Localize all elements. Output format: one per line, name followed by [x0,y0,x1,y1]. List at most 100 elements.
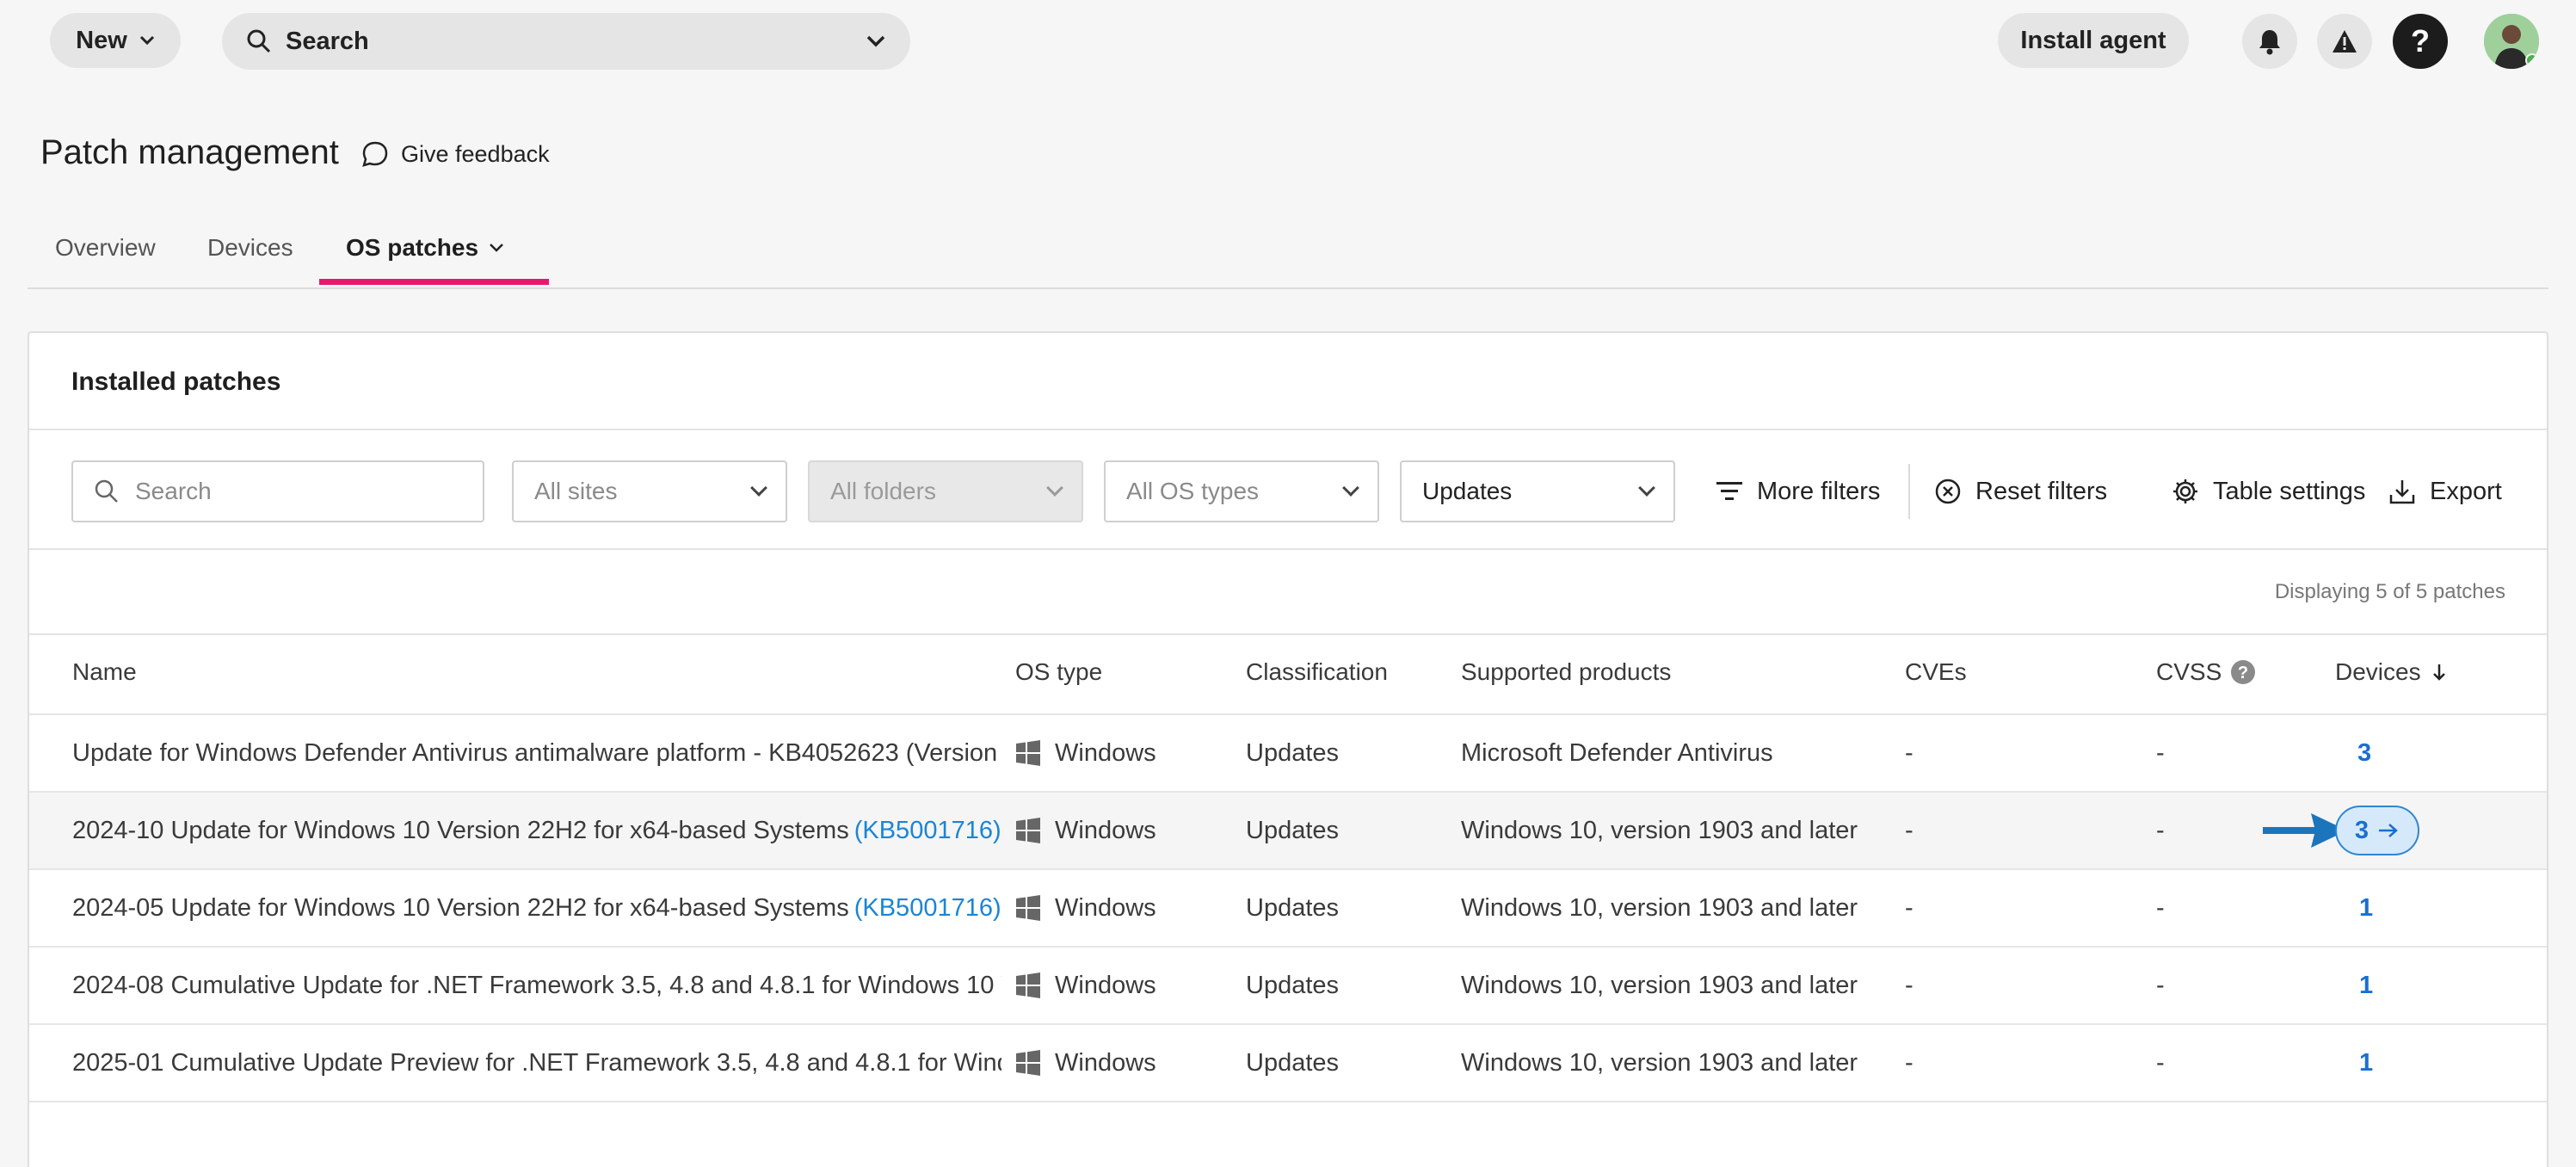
table-row[interactable]: 2024-05 Update for Windows 10 Version 22… [29,870,2547,948]
help-circle-icon[interactable]: ? [2230,659,2256,685]
folders-select: All folders [808,460,1083,522]
tab-overview[interactable]: Overview [55,234,156,289]
warning-icon [2333,30,2357,52]
kb-link[interactable]: (KB5001716) [854,894,1001,923]
avatar[interactable] [2484,14,2539,69]
patch-name: 2024-08 Cumulative Update for .NET Frame… [72,948,1001,1023]
global-search-label: Search [286,27,369,55]
chat-bubble-icon [362,141,388,167]
devices-count-link[interactable]: 1 [2359,972,2373,1000]
windows-icon [1016,1050,1040,1076]
sites-select-value: All sites [534,478,618,504]
cvss-cell: - [2156,1048,2165,1077]
help-button[interactable]: ? [2393,14,2448,69]
bell-icon [2259,30,2280,55]
reset-filters-label: Reset filters [1975,477,2108,505]
devices-count-text: 3 [2354,816,2370,844]
folders-select-value: All folders [830,478,936,504]
table-settings-button[interactable]: Table settings [2172,460,2365,522]
column-header-supported-products[interactable]: Supported products [1461,658,1671,686]
give-feedback-label: Give feedback [401,140,550,167]
reset-filters-button[interactable]: Reset filters [1934,460,2107,522]
os-type-text: Windows [1055,1048,1156,1077]
cves-cell: - [1905,738,1914,767]
table-row[interactable]: Update for Windows Defender Antivirus an… [29,715,2547,793]
chevron-down-icon [750,479,767,497]
give-feedback-link[interactable]: Give feedback [361,140,550,168]
active-tab-indicator [319,279,549,285]
alerts-button[interactable] [2317,14,2372,69]
column-header-cves[interactable]: CVEs [1905,658,1967,686]
windows-icon [1016,740,1040,766]
chevron-down-icon[interactable] [866,34,886,48]
column-header-devices[interactable]: Devices [2335,658,2447,686]
tab-bar: Overview Devices OS patches [28,225,2548,289]
more-filters-button[interactable]: More filters [1716,460,1880,522]
notifications-button[interactable] [2242,14,2297,69]
os-types-select[interactable]: All OS types [1104,460,1379,522]
online-status-dot [2525,53,2539,67]
divider [29,633,2547,635]
search-icon [95,479,118,503]
kb-link[interactable]: (KB5001716) [854,817,1001,845]
svg-text:?: ? [2238,664,2248,682]
install-agent-button[interactable]: Install agent [1998,13,2189,68]
os-types-select-value: All OS types [1126,478,1260,504]
more-filters-label: More filters [1757,477,1881,505]
os-type-cell: Windows [1015,948,1156,1023]
divider [29,429,2547,430]
os-type-cell: Windows [1015,1025,1156,1101]
tab-devices[interactable]: Devices [207,234,293,289]
column-header-name[interactable]: Name [72,658,137,686]
cves-cell: - [1905,816,1914,844]
sites-select[interactable]: All sites [512,460,787,522]
clear-circle-icon [1935,479,1961,504]
gear-icon [2173,479,2197,503]
patch-name: Update for Windows Defender Antivirus an… [72,715,1001,791]
devices-count-link[interactable]: 1 [2359,1049,2373,1077]
devices-cell: 1 [2359,1025,2373,1101]
os-type-text: Windows [1055,893,1156,922]
toolbar-separator [1908,464,1910,519]
os-type-text: Windows [1055,738,1156,767]
supported-products-cell: Microsoft Defender Antivirus [1461,738,1773,767]
cvss-cell: - [2156,893,2165,922]
classification-cell: Updates [1246,816,1340,844]
table-settings-label: Table settings [2213,477,2366,505]
column-header-os-type[interactable]: OS type [1015,658,1102,686]
cvss-cell: - [2156,971,2165,999]
installed-patches-card: Installed patches Search All sites All f… [28,331,2548,1167]
column-header-cvss[interactable]: CVSS ? [2156,658,2256,686]
new-button[interactable]: New [50,13,181,68]
table-row[interactable]: 2024-10 Update for Windows 10 Version 22… [29,793,2547,870]
devices-cell: 3 [2357,715,2371,791]
devices-cell: 1 [2359,870,2373,946]
table-row[interactable]: 2024-08 Cumulative Update for .NET Frame… [29,948,2547,1025]
table-search-input[interactable]: Search [71,460,484,522]
export-button[interactable]: Export [2388,460,2502,522]
table-row[interactable]: 2025-01 Cumulative Update Preview for .N… [29,1025,2547,1102]
display-count: Displaying 5 of 5 patches [2274,580,2505,603]
global-search[interactable]: Search [222,13,910,70]
devices-count-button[interactable]: 3 [2335,806,2419,855]
top-bar: New Search Install agent ? [0,0,2576,83]
patch-name-text: 2024-05 Update for Windows 10 Version 22… [72,893,849,922]
os-type-cell: Windows [1015,793,1156,868]
help-icon: ? [2411,23,2430,59]
os-type-cell: Windows [1015,870,1156,946]
cvss-cell: - [2156,738,2165,767]
table-search-placeholder: Search [135,478,212,504]
devices-count-link[interactable]: 3 [2357,739,2371,768]
cves-cell: - [1905,971,1914,999]
devices-count-link[interactable]: 1 [2359,894,2373,923]
export-label: Export [2430,477,2502,505]
card-title: Installed patches [71,367,281,396]
patch-name-text: 2024-08 Cumulative Update for .NET Frame… [72,971,1001,999]
devices-cell: 1 [2359,948,2373,1023]
column-header-classification[interactable]: Classification [1246,658,1388,686]
classification-cell: Updates [1246,738,1340,767]
filter-icon [1716,482,1742,500]
classification-select[interactable]: Updates [1400,460,1675,522]
chevron-down-icon [1638,479,1655,497]
windows-icon [1016,818,1040,843]
